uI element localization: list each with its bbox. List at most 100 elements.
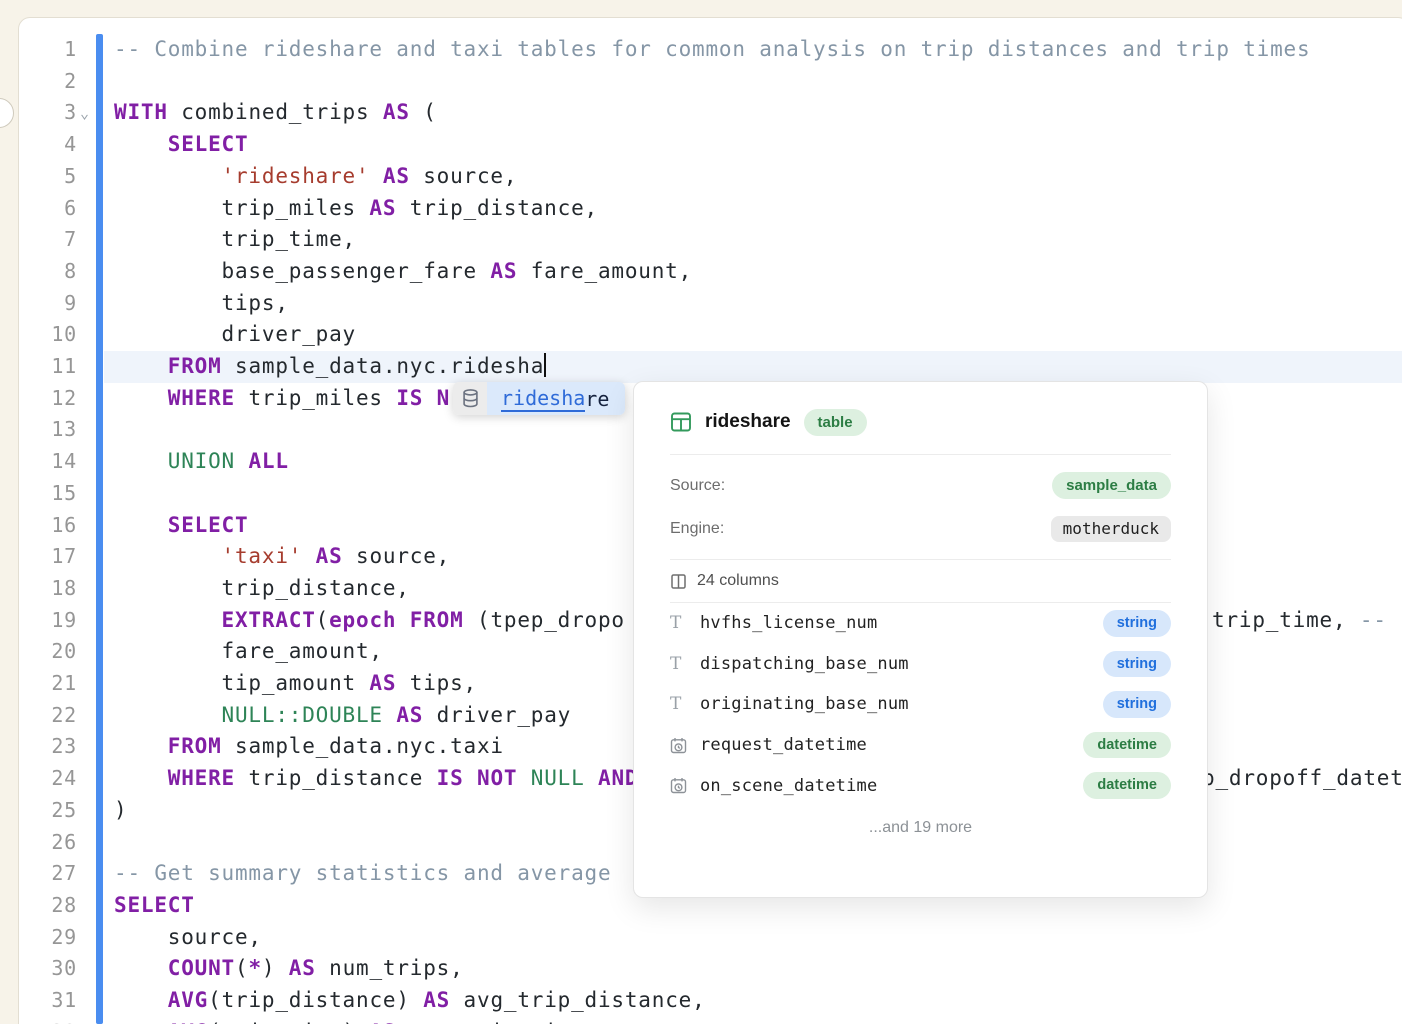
code-text: 'taxi' AS source, [114, 541, 450, 573]
column-row-request_datetime: request_datetimedatetime [670, 725, 1171, 766]
token-p: (trip_distance) [208, 988, 423, 1012]
code-line-6[interactable]: 6 trip_miles AS trip_distance, [0, 193, 1402, 225]
token-p: driver_pay [423, 703, 571, 727]
code-text: -- Get summary statistics and average [114, 858, 625, 890]
token-p [114, 608, 222, 632]
code-text: AVG(trip_distance) AS avg_trip_distance, [114, 985, 706, 1017]
token-p: base_passenger_fare [114, 259, 490, 283]
code-line-5[interactable]: 5 'rideshare' AS source, [0, 161, 1402, 193]
token-k: SELECT [168, 132, 249, 156]
token-p [464, 766, 477, 790]
code-text: FROM sample_data.nyc.taxi [114, 731, 504, 763]
code-line-11[interactable]: 11 FROM sample_data.nyc.ridesha [0, 351, 1402, 383]
code-text: driver_pay [114, 319, 356, 351]
token-p [114, 544, 222, 568]
token-k: ALL [248, 449, 288, 473]
token-p [114, 956, 168, 980]
code-text: UNION ALL [114, 446, 289, 478]
line-number: 13 [18, 414, 77, 446]
columns-list: Thvfhs_license_numstringTdispatching_bas… [670, 603, 1171, 806]
token-k: N [437, 386, 450, 410]
table-kind-badge: table [804, 409, 867, 436]
token-g: NULL [531, 766, 585, 790]
token-k: AS [369, 196, 396, 220]
code-text: FROM sample_data.nyc.ridesha [114, 351, 546, 383]
line-number: 28 [18, 890, 77, 922]
token-c: -- Combine rideshare and taxi tables for… [114, 37, 1310, 61]
line-number: 6 [18, 193, 77, 225]
engine-row: Engine: motherduck [670, 507, 1171, 550]
code-text: SELECT [114, 129, 248, 161]
token-p [114, 354, 168, 378]
column-type-badge: string [1103, 610, 1171, 637]
line-number: 30 [18, 953, 77, 985]
autocomplete-popup[interactable]: rideshare [453, 382, 625, 415]
line-number: 14 [18, 446, 77, 478]
token-c: -- [1360, 608, 1387, 632]
autocomplete-item-rideshare[interactable]: rideshare [487, 382, 625, 415]
database-icon [453, 382, 487, 415]
token-p: ( [316, 608, 329, 632]
token-p [114, 988, 168, 1012]
token-p: trip_distance [235, 766, 437, 790]
token-k: FROM [410, 608, 464, 632]
code-text: EXTRACT(epoch FROM (tpep_dropo [114, 605, 625, 637]
datetime-type-icon [670, 777, 700, 794]
engine-label: Engine: [670, 520, 724, 538]
token-p: tips, [396, 671, 477, 695]
source-value-badge: sample_data [1052, 472, 1171, 499]
token-s: 'rideshare' [222, 164, 370, 188]
code-line-4[interactable]: 4 SELECT [0, 129, 1402, 161]
column-name: on_scene_datetime [700, 776, 1083, 796]
line-number: 32 [18, 1017, 77, 1024]
token-p [302, 544, 315, 568]
token-k: FROM [168, 354, 222, 378]
code-line-32[interactable]: 32 AVG(trip_time) AS avg_trip_time, [0, 1017, 1402, 1024]
token-p: fare_amount, [517, 259, 692, 283]
token-p: source, [343, 544, 451, 568]
code-line-3[interactable]: 3⌄WITH combined_trips AS ( [0, 97, 1402, 129]
code-text: tips, [114, 288, 289, 320]
line-number: 1 [18, 34, 77, 66]
token-p [369, 164, 382, 188]
token-p: avg_trip_time, [396, 1020, 598, 1024]
code-line-31[interactable]: 31 AVG(trip_distance) AS avg_trip_distan… [0, 985, 1402, 1017]
token-p [114, 513, 168, 537]
code-text: trip_time, [114, 224, 356, 256]
column-name: originating_base_num [700, 694, 1103, 714]
token-k: AVG [168, 1020, 208, 1024]
token-p: driver_pay [114, 322, 356, 346]
column-name: hvfhs_license_num [700, 613, 1103, 633]
code-text: WHERE trip_miles IS N [114, 383, 450, 415]
token-k: SELECT [168, 513, 249, 537]
token-p [383, 703, 396, 727]
column-type-badge: string [1103, 651, 1171, 678]
token-p [114, 164, 222, 188]
code-line-1[interactable]: 1 -- Combine rideshare and taxi tables fo… [0, 34, 1402, 66]
line-number: 3 [18, 97, 77, 129]
line-number: 21 [18, 668, 77, 700]
code-line-10[interactable]: 10 driver_pay [0, 319, 1402, 351]
code-line-9[interactable]: 9 tips, [0, 288, 1402, 320]
line-number: 23 [18, 731, 77, 763]
column-type-badge: string [1103, 691, 1171, 718]
token-p [235, 449, 248, 473]
token-c: -- Get summary statistics and average [114, 861, 625, 885]
code-text: WHERE trip_distance IS NOT NULL AND [114, 763, 638, 795]
fold-chevron-icon[interactable]: ⌄ [80, 98, 90, 130]
token-k: IS [396, 386, 423, 410]
table-info-tooltip: rideshare table Source: sample_data Engi… [633, 381, 1208, 898]
token-p: fare_amount, [114, 639, 383, 663]
code-line-8[interactable]: 8 base_passenger_fare AS fare_amount, [0, 256, 1402, 288]
code-text: 'rideshare' AS source, [114, 161, 517, 193]
code-line-29[interactable]: 29 source, [0, 922, 1402, 954]
token-p: trip_time, [114, 227, 356, 251]
line-number: 18 [18, 573, 77, 605]
column-name: request_datetime [700, 735, 1083, 755]
code-line-2[interactable]: 2 [0, 66, 1402, 98]
code-line-30[interactable]: 30 COUNT(*) AS num_trips, [0, 953, 1402, 985]
token-k: EXTRACT [222, 608, 316, 632]
code-line-7[interactable]: 7 trip_time, [0, 224, 1402, 256]
code-text: trip_distance, [114, 573, 410, 605]
token-p: num_trips, [316, 956, 464, 980]
